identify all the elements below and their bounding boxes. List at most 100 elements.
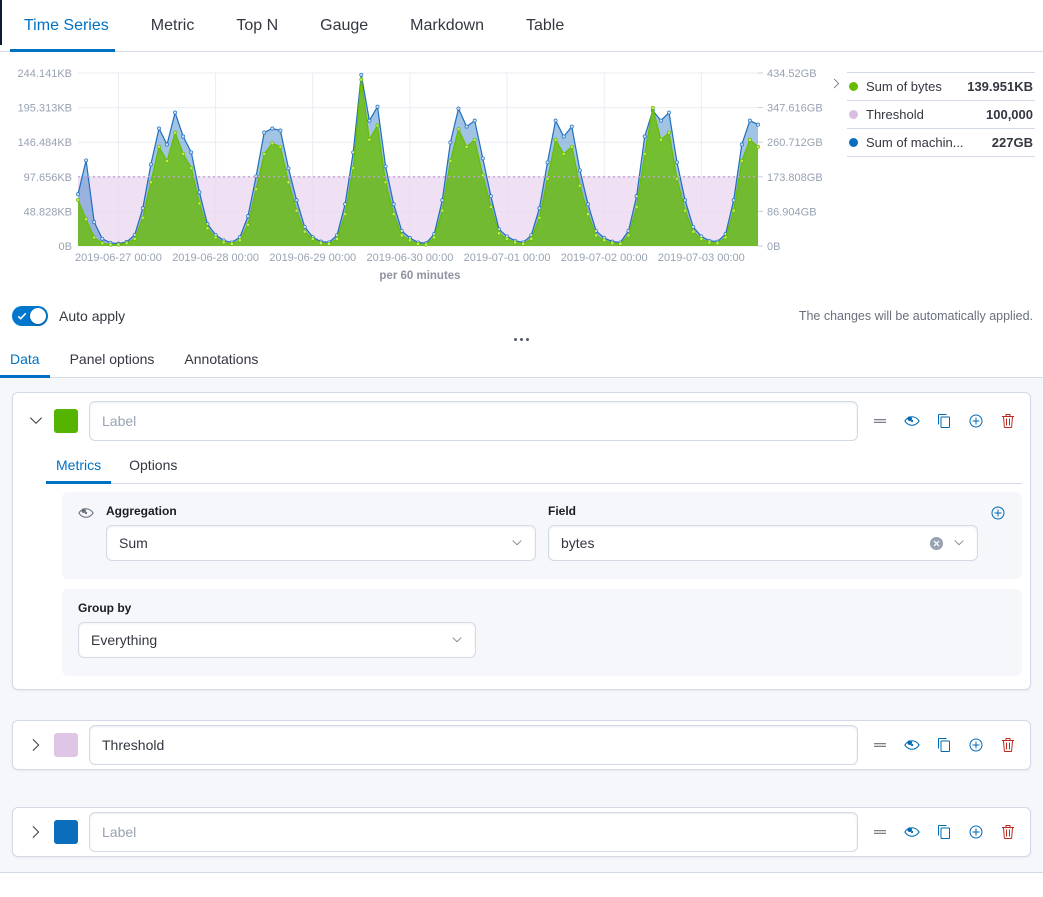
series-color-swatch[interactable] bbox=[54, 409, 78, 433]
series-tab-options[interactable]: Options bbox=[127, 457, 179, 483]
group-by-column: Group by Everything bbox=[78, 601, 476, 658]
editor-tab-panel-options[interactable]: Panel options bbox=[68, 351, 157, 377]
collapse-series-icon[interactable] bbox=[28, 413, 44, 429]
legend-value: 227GB bbox=[992, 135, 1033, 150]
timeseries-preview: 0B0B48.828KB86.904GB97.656KB173.808GB146… bbox=[0, 52, 1043, 295]
series-panel-threshold bbox=[12, 720, 1031, 770]
hide-series-icon[interactable] bbox=[904, 737, 920, 753]
tab-top-n[interactable]: Top N bbox=[236, 0, 278, 51]
svg-text:146.484KB: 146.484KB bbox=[18, 137, 72, 149]
expand-series-icon[interactable] bbox=[28, 824, 44, 840]
clone-series-icon[interactable] bbox=[936, 737, 952, 753]
series-panel-machine-ram bbox=[12, 807, 1031, 857]
hide-series-icon[interactable] bbox=[904, 413, 920, 429]
series-actions bbox=[872, 737, 1016, 753]
series-list: Metrics Options Aggregation Sum Field byt… bbox=[0, 378, 1043, 873]
group-by-select[interactable]: Everything bbox=[78, 622, 476, 658]
series-header-row bbox=[21, 725, 1022, 765]
aggregation-label: Aggregation bbox=[106, 504, 536, 518]
series-tab-metrics[interactable]: Metrics bbox=[54, 457, 103, 483]
clear-field-icon[interactable] bbox=[929, 536, 944, 551]
series-actions bbox=[872, 413, 1016, 429]
delete-series-icon[interactable] bbox=[1000, 824, 1016, 840]
clone-series-icon[interactable] bbox=[936, 413, 952, 429]
editor-tab-annotations[interactable]: Annotations bbox=[182, 351, 260, 377]
series-header-row bbox=[21, 401, 1022, 441]
tab-table[interactable]: Table bbox=[526, 0, 564, 51]
svg-text:244.141KB: 244.141KB bbox=[18, 68, 72, 80]
editor-resize-handle[interactable] bbox=[0, 330, 1043, 349]
group-by-subpanel: Group by Everything bbox=[62, 589, 1022, 676]
auto-apply-bar: Auto apply The changes will be automatic… bbox=[0, 295, 1043, 330]
tab-time-series[interactable]: Time Series bbox=[24, 0, 109, 51]
group-by-label: Group by bbox=[78, 601, 476, 615]
svg-text:347.616GB: 347.616GB bbox=[767, 103, 823, 115]
drag-handle-icon[interactable] bbox=[872, 737, 888, 753]
group-by-value: Everything bbox=[91, 632, 157, 648]
chevron-down-icon bbox=[451, 634, 463, 646]
editor-tabs: Data Panel options Annotations bbox=[0, 349, 1043, 378]
legend-item-threshold: Threshold100,000 bbox=[847, 100, 1035, 128]
svg-text:434.52GB: 434.52GB bbox=[767, 68, 817, 80]
legend-item-sum-of-bytes: Sum of bytes 139.951KB bbox=[847, 72, 1035, 100]
field-combobox[interactable]: bytes bbox=[548, 525, 978, 561]
legend-dot-icon bbox=[849, 82, 858, 91]
series-label-input[interactable] bbox=[89, 812, 858, 852]
hide-series-icon[interactable] bbox=[904, 824, 920, 840]
legend-value: 100,000 bbox=[986, 107, 1033, 122]
delete-series-icon[interactable] bbox=[1000, 737, 1016, 753]
field-column: Field bytes bbox=[548, 504, 978, 561]
svg-text:2019-06-27 00:00: 2019-06-27 00:00 bbox=[75, 252, 162, 264]
tab-metric[interactable]: Metric bbox=[151, 0, 195, 51]
check-icon bbox=[17, 311, 27, 321]
clone-series-icon[interactable] bbox=[936, 824, 952, 840]
metric-visibility-icon[interactable] bbox=[78, 505, 94, 521]
auto-apply-note: The changes will be automatically applie… bbox=[799, 309, 1033, 323]
svg-text:0B: 0B bbox=[59, 241, 72, 253]
legend-value: 139.951KB bbox=[967, 79, 1033, 94]
svg-text:2019-06-29 00:00: 2019-06-29 00:00 bbox=[269, 252, 356, 264]
aggregation-select[interactable]: Sum bbox=[106, 525, 536, 561]
svg-text:2019-06-28 00:00: 2019-06-28 00:00 bbox=[172, 252, 259, 264]
drag-handle-icon[interactable] bbox=[872, 413, 888, 429]
legend-dot-icon bbox=[849, 138, 858, 147]
auto-apply-toggle[interactable] bbox=[12, 306, 48, 326]
visualization-type-tabs: Time Series Metric Top N Gauge Markdown Table bbox=[0, 0, 1043, 52]
chevron-down-icon[interactable] bbox=[953, 537, 965, 549]
series-label-input[interactable] bbox=[89, 725, 858, 765]
svg-text:97.656KB: 97.656KB bbox=[24, 172, 72, 184]
metric-subpanel: Aggregation Sum Field bytes bbox=[62, 492, 1022, 579]
legend-label: Sum of bytes bbox=[866, 79, 942, 94]
tsvb-chart-svg: 0B0B48.828KB86.904GB97.656KB173.808GB146… bbox=[0, 52, 830, 290]
add-series-icon[interactable] bbox=[968, 824, 984, 840]
aggregation-column: Aggregation Sum bbox=[106, 504, 536, 561]
svg-text:48.828KB: 48.828KB bbox=[24, 206, 72, 218]
legend-collapse-icon[interactable] bbox=[830, 77, 843, 90]
tab-gauge[interactable]: Gauge bbox=[320, 0, 368, 51]
series-color-swatch[interactable] bbox=[54, 733, 78, 757]
drag-handle-icon[interactable] bbox=[872, 824, 888, 840]
page-edge-accent bbox=[0, 0, 2, 45]
add-series-icon[interactable] bbox=[968, 737, 984, 753]
series-label-input[interactable] bbox=[89, 401, 858, 441]
editor-tab-data[interactable]: Data bbox=[8, 351, 42, 377]
tab-markdown[interactable]: Markdown bbox=[410, 0, 484, 51]
svg-text:195.313KB: 195.313KB bbox=[18, 103, 72, 115]
series-panel-sum-of-bytes: Metrics Options Aggregation Sum Field byt… bbox=[12, 392, 1031, 690]
legend-dot-icon bbox=[849, 110, 858, 119]
chevron-down-icon bbox=[511, 537, 523, 549]
expand-series-icon[interactable] bbox=[28, 737, 44, 753]
auto-apply-label: Auto apply bbox=[59, 308, 125, 324]
aggregation-value: Sum bbox=[119, 535, 148, 551]
series-header-row bbox=[21, 812, 1022, 852]
svg-text:per 60 minutes: per 60 minutes bbox=[379, 270, 460, 282]
series-color-swatch[interactable] bbox=[54, 820, 78, 844]
svg-text:2019-07-01 00:00: 2019-07-01 00:00 bbox=[464, 252, 551, 264]
legend-label: Sum of machin... bbox=[866, 135, 964, 150]
add-metric-icon[interactable] bbox=[990, 505, 1006, 521]
add-series-icon[interactable] bbox=[968, 413, 984, 429]
delete-series-icon[interactable] bbox=[1000, 413, 1016, 429]
field-label: Field bbox=[548, 504, 978, 518]
svg-text:173.808GB: 173.808GB bbox=[767, 172, 823, 184]
svg-text:2019-07-02 00:00: 2019-07-02 00:00 bbox=[561, 252, 648, 264]
